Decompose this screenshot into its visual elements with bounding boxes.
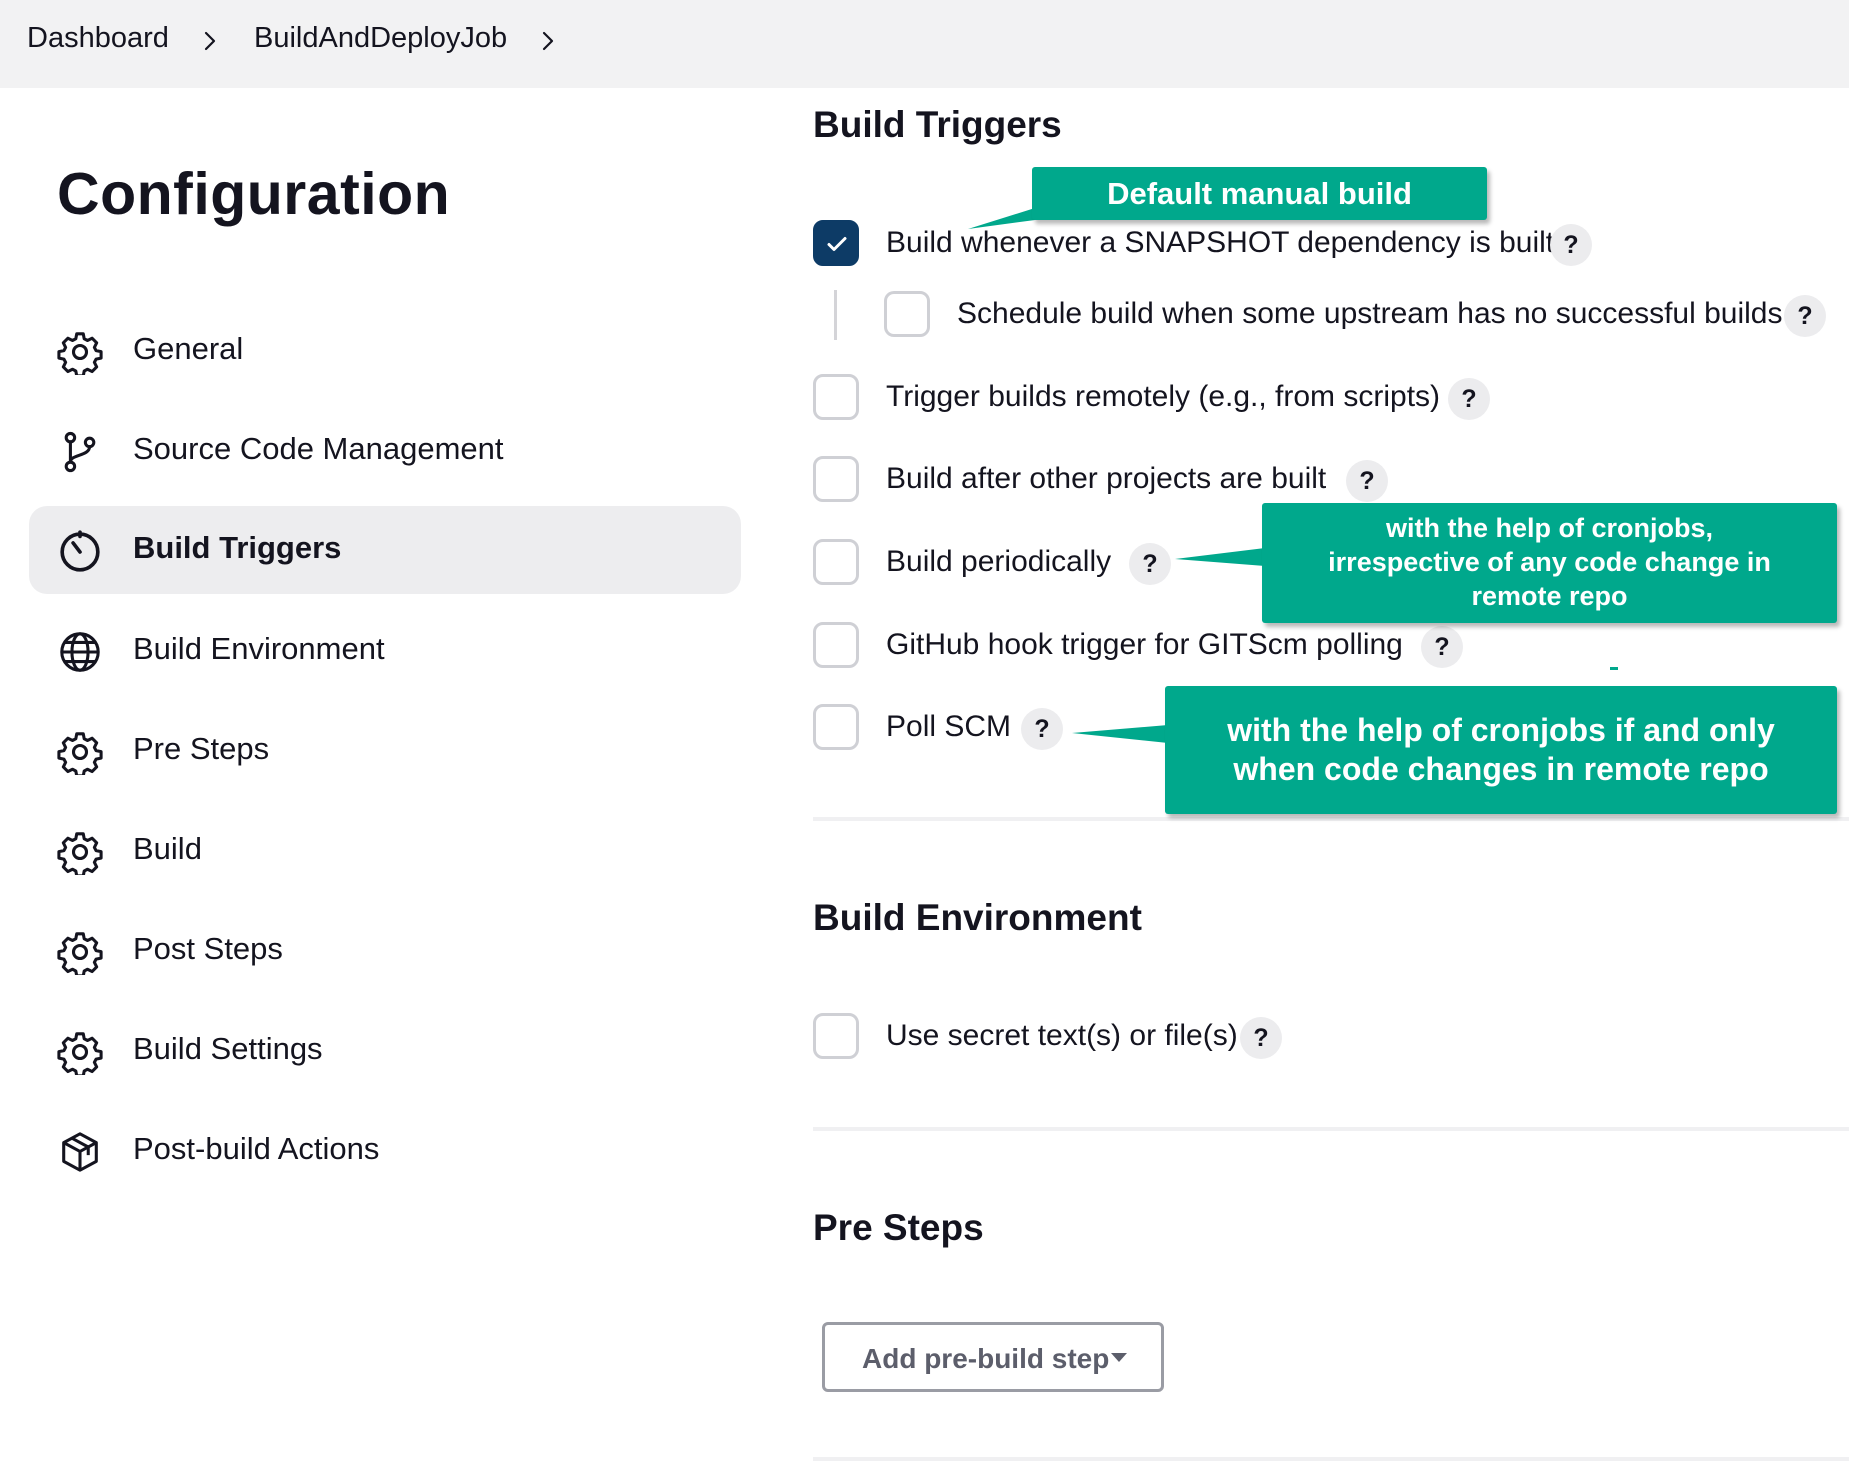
sidebar-item-label: Pre Steps: [133, 731, 270, 766]
help-icon[interactable]: ?: [1550, 224, 1592, 266]
package-icon: [57, 1129, 103, 1175]
upstream-label[interactable]: Schedule build when some upstream has no…: [957, 297, 1782, 331]
callout-periodic: with the help of cronjobs, irrespective …: [1262, 503, 1837, 623]
trigger-remotely-label[interactable]: Trigger builds remotely (e.g., from scri…: [886, 380, 1440, 414]
git-branch-icon: [57, 429, 103, 475]
sidebar-item-build-environment[interactable]: Build Environment: [29, 607, 741, 695]
help-icon[interactable]: ?: [1240, 1017, 1282, 1059]
callout-default-manual: Default manual build: [1032, 167, 1487, 220]
sidebar-item-post-steps[interactable]: Post Steps: [29, 907, 741, 995]
trigger-option-upstream: Schedule build when some upstream has no…: [884, 291, 1844, 343]
callout-text: irrespective of any code change in: [1328, 547, 1771, 577]
chevron-right-icon[interactable]: [535, 26, 561, 56]
snapshot-checkbox[interactable]: [813, 220, 859, 266]
secret-text-label[interactable]: Use secret text(s) or file(s): [886, 1019, 1238, 1053]
gear-icon: [57, 729, 103, 778]
trigger-option-snapshot: Build whenever a SNAPSHOT dependency is …: [813, 220, 1613, 272]
breadcrumb: Dashboard BuildAndDeployJob: [0, 0, 1849, 88]
callout-text: with the help of cronjobs,: [1386, 513, 1713, 543]
build-periodically-checkbox[interactable]: [813, 539, 859, 585]
github-hook-checkbox[interactable]: [813, 622, 859, 668]
stray-mark: [1610, 667, 1618, 670]
sidebar-item-build[interactable]: Build: [29, 807, 741, 895]
trigger-remotely-checkbox[interactable]: [813, 374, 859, 420]
checkmark-icon: [827, 237, 847, 251]
help-icon[interactable]: ?: [1421, 626, 1463, 668]
sidebar-item-source-code-management[interactable]: Source Code Management: [29, 407, 741, 495]
poll-scm-label[interactable]: Poll SCM: [886, 710, 1011, 744]
help-icon[interactable]: ?: [1129, 543, 1171, 585]
indent-divider: [834, 290, 837, 340]
caret-down-icon: [1111, 1353, 1127, 1362]
section-title-build-environment: Build Environment: [813, 897, 1142, 938]
sidebar-item-build-settings[interactable]: Build Settings: [29, 1007, 741, 1095]
trigger-option-periodically: Build periodically ?: [813, 539, 1213, 591]
sidebar-item-post-build-actions[interactable]: Post-build Actions: [29, 1107, 741, 1195]
callout-text: with the help of cronjobs if and only: [1227, 712, 1775, 748]
env-option-secret: Use secret text(s) or file(s) ?: [813, 1013, 1413, 1065]
section-divider: [813, 1457, 1849, 1461]
trigger-option-remote: Trigger builds remotely (e.g., from scri…: [813, 374, 1513, 426]
sidebar-item-build-triggers[interactable]: Build Triggers: [29, 506, 741, 594]
section-title-pre-steps: Pre Steps: [813, 1207, 984, 1248]
trigger-option-after-other: Build after other projects are built ?: [813, 456, 1413, 508]
breadcrumb-job[interactable]: BuildAndDeployJob: [254, 22, 507, 55]
callout-poll-scm: with the help of cronjobs if and only wh…: [1165, 686, 1837, 814]
sidebar-item-label: Post-build Actions: [133, 1131, 380, 1166]
build-after-other-label[interactable]: Build after other projects are built: [886, 462, 1326, 496]
chevron-right-icon: [197, 26, 223, 56]
build-periodically-label[interactable]: Build periodically: [886, 545, 1111, 579]
sidebar-item-label: Build: [133, 831, 202, 866]
sidebar-item-pre-steps[interactable]: Pre Steps: [29, 707, 741, 795]
snapshot-label[interactable]: Build whenever a SNAPSHOT dependency is …: [886, 226, 1554, 260]
add-pre-build-step-button[interactable]: Add pre-build step: [822, 1322, 1164, 1392]
gear-icon: [57, 929, 103, 978]
help-icon[interactable]: ?: [1448, 378, 1490, 420]
callout-text: when code changes in remote repo: [1233, 751, 1769, 787]
callout-text: Default manual build: [1107, 176, 1412, 211]
section-title-build-triggers: Build Triggers: [813, 104, 1062, 145]
sidebar-item-general[interactable]: General: [29, 307, 741, 395]
sidebar-item-label: Build Environment: [133, 631, 385, 666]
sidebar-item-label: Build Triggers: [133, 530, 342, 565]
globe-icon: [57, 629, 103, 675]
help-icon[interactable]: ?: [1784, 295, 1826, 337]
poll-scm-checkbox[interactable]: [813, 704, 859, 750]
breadcrumb-dashboard[interactable]: Dashboard: [27, 22, 169, 55]
github-hook-label[interactable]: GitHub hook trigger for GITScm polling: [886, 628, 1403, 662]
help-icon[interactable]: ?: [1021, 708, 1063, 750]
trigger-option-github-hook: GitHub hook trigger for GITScm polling ?: [813, 622, 1513, 674]
add-pre-build-step-label: Add pre-build step: [862, 1343, 1110, 1374]
page-title: Configuration: [57, 161, 451, 227]
upstream-checkbox[interactable]: [884, 291, 930, 337]
gear-icon: [57, 329, 103, 378]
secret-text-checkbox[interactable]: [813, 1013, 859, 1059]
gear-icon: [57, 829, 103, 878]
sidebar-item-label: General: [133, 331, 244, 366]
trigger-option-poll-scm: Poll SCM ?: [813, 704, 1113, 756]
build-after-other-checkbox[interactable]: [813, 456, 859, 502]
section-divider: [813, 817, 1849, 821]
sidebar-item-label: Source Code Management: [133, 431, 504, 466]
timer-icon: [57, 528, 103, 574]
sidebar-item-label: Build Settings: [133, 1031, 323, 1066]
help-icon[interactable]: ?: [1346, 460, 1388, 502]
sidebar-item-label: Post Steps: [133, 931, 283, 966]
section-divider: [813, 1127, 1849, 1131]
callout-text: remote repo: [1471, 581, 1628, 611]
gear-icon: [57, 1029, 103, 1078]
